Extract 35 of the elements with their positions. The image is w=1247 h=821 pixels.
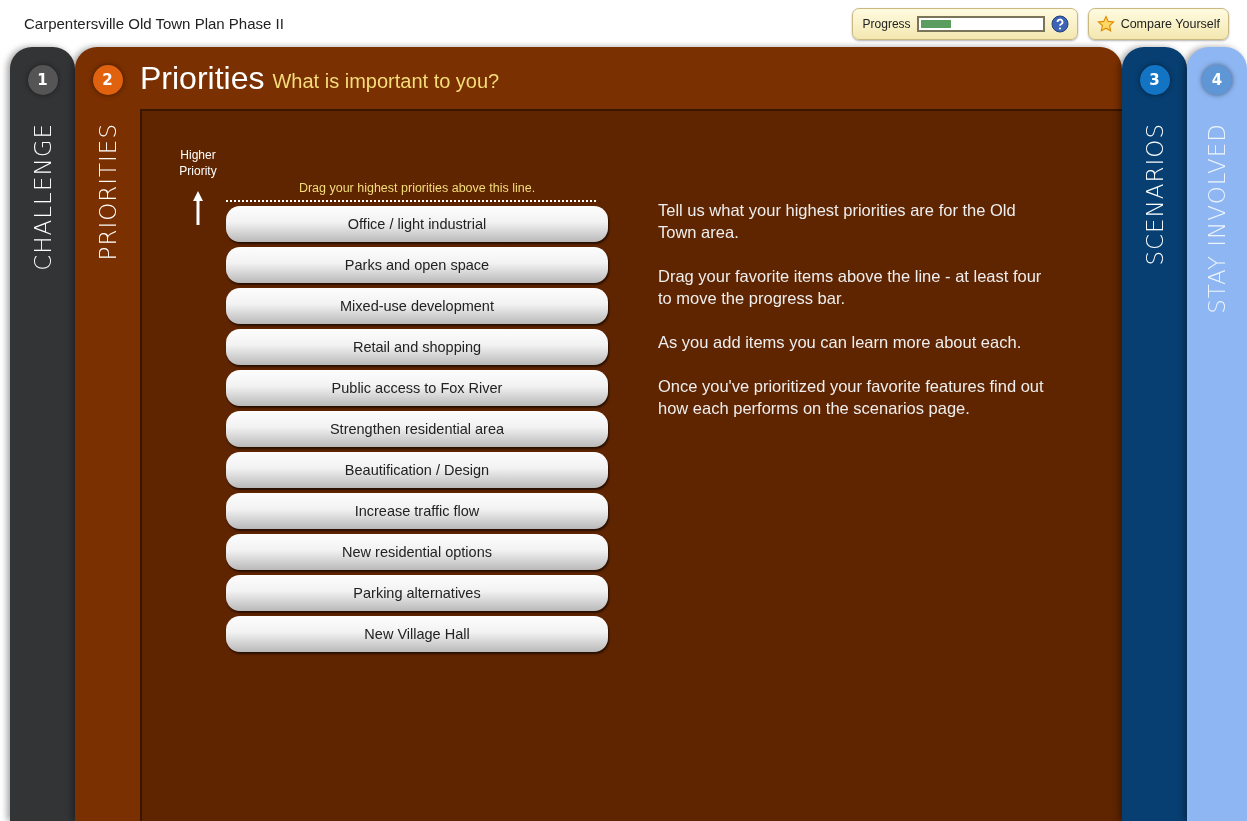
help-icon[interactable] [1050, 14, 1069, 33]
priority-item[interactable]: New Village Hall [226, 616, 608, 652]
page-heading: Priorities [140, 59, 265, 97]
axis-label: Higher Priority [178, 147, 218, 179]
step-label: STAY INVOLVED [1204, 123, 1230, 314]
priority-item[interactable]: Retail and shopping [226, 329, 608, 365]
step-label: CHALLENGE [29, 123, 56, 271]
step-number: 2 [92, 65, 123, 95]
instruction-text: Once you've prioritized your favorite features find out how each performs on the scenarios page. [658, 376, 1045, 419]
step-tab[interactable]: 3 SCENARIOS [1122, 47, 1187, 821]
star-icon [1096, 14, 1115, 33]
priority-item[interactable]: Beautification / Design [226, 452, 608, 488]
step-label: PRIORITIES [94, 123, 121, 261]
priority-item[interactable]: Public access to Fox River [226, 370, 608, 406]
priority-item[interactable]: Parking alternatives [226, 575, 608, 611]
step-number: 3 [1139, 65, 1170, 95]
step-tab[interactable]: 1 CHALLENGE [10, 47, 75, 821]
compare-yourself-button[interactable]: Compare Yourself [1087, 7, 1229, 40]
window-title: Carpentersville Old Town Plan Phase II [24, 15, 285, 32]
line-hint: Drag your highest priorities above this line. [297, 181, 537, 195]
instruction-text: As you add items you can learn more about each. [658, 332, 1023, 353]
progress-label: Progress [862, 16, 911, 31]
step-number: 4 [1202, 65, 1232, 95]
instruction-text: Drag your favorite items above the line - at least four to move the progress bar. [658, 266, 1043, 309]
up-arrow-icon [192, 191, 204, 225]
priority-item[interactable]: Increase traffic flow [226, 493, 608, 529]
priority-item[interactable]: Strengthen residential area [226, 411, 608, 447]
priority-item[interactable]: New residential options [226, 534, 608, 570]
instruction-text: Tell us what your highest priorities are for the Old Town area. [658, 200, 1017, 243]
priority-item[interactable]: Parks and open space [226, 247, 608, 283]
step-number: 1 [27, 65, 58, 95]
priority-item[interactable]: Office / light industrial [226, 206, 608, 242]
page-subheading: What is important to you? [272, 69, 500, 93]
priority-item[interactable]: Mixed-use development [226, 288, 608, 324]
step-label: SCENARIOS [1141, 123, 1168, 266]
